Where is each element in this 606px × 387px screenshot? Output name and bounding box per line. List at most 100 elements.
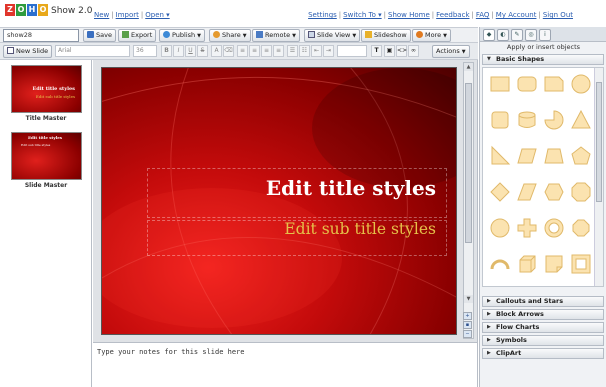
image-button[interactable]: ▣	[384, 45, 395, 57]
thumbnail-slide-master[interactable]: Edit title styles Edit sub title styles	[11, 132, 82, 180]
save-icon	[87, 31, 94, 38]
logo-letter: O	[38, 4, 48, 16]
editor-scrollbar[interactable]: ▲ ▼	[463, 62, 474, 339]
link-switch-to[interactable]: Switch To ▾	[343, 11, 381, 19]
section-symbols[interactable]: ▶ Symbols	[482, 335, 604, 346]
new-slide-button[interactable]: New Slide	[3, 45, 53, 58]
remote-button[interactable]: Remote ▼	[252, 29, 300, 42]
chevron-down-icon: ▼	[242, 33, 247, 39]
link-import[interactable]: Import	[116, 11, 139, 19]
shape-pentagon-icon[interactable]	[570, 145, 592, 167]
publish-button[interactable]: Publish ▼	[159, 29, 206, 42]
slide-notes-field[interactable]: Type your notes for this slide here	[93, 342, 478, 387]
section-callouts-and-stars[interactable]: ▶ Callouts and Stars	[482, 296, 604, 307]
link-open[interactable]: Open ▾	[145, 11, 169, 19]
presentation-title-input[interactable]: show28	[3, 29, 79, 42]
shape-frame-icon[interactable]	[570, 253, 592, 275]
slide-title-text[interactable]: Edit title styles	[266, 176, 436, 200]
section-basic-shapes[interactable]: ▼ Basic Shapes	[482, 54, 604, 65]
slide-subtitle-text[interactable]: Edit sub title styles	[284, 220, 436, 238]
animation-tab-icon[interactable]: ✎	[511, 29, 523, 41]
shape-arc-icon[interactable]	[489, 253, 511, 275]
shapes-tab-icon[interactable]: ◆	[483, 29, 495, 41]
shape-gallery	[482, 67, 604, 287]
shape-pie-icon[interactable]	[543, 109, 565, 131]
section-clipart[interactable]: ▶ ClipArt	[482, 348, 604, 359]
more-button[interactable]: More ▼	[412, 29, 451, 42]
slide-canvas[interactable]: Edit title styles Edit sub title styles	[101, 67, 457, 335]
scroll-down-icon[interactable]: ▼	[464, 295, 473, 303]
shape-hexagon-icon[interactable]	[543, 181, 565, 203]
zoom-in-icon[interactable]: +	[463, 312, 472, 320]
link-faq[interactable]: FAQ	[476, 11, 490, 19]
shape-ellipse-icon[interactable]	[570, 73, 592, 95]
zoom-fit-icon[interactable]: ▪	[463, 321, 472, 329]
underline-button[interactable]: U	[185, 45, 196, 57]
link-separator: |	[111, 11, 114, 19]
slide-view-button[interactable]: Slide View ▼	[304, 29, 361, 42]
slideshow-button[interactable]: Slideshow	[361, 29, 411, 42]
properties-tab-icon[interactable]: ◎	[525, 29, 537, 41]
export-icon	[122, 31, 129, 38]
shape-folded-corner-icon[interactable]	[543, 253, 565, 275]
scrollbar-thumb[interactable]	[465, 83, 472, 243]
shape-parallelogram-icon[interactable]	[516, 145, 538, 167]
actions-button[interactable]: Actions ▼	[432, 45, 470, 58]
shape-octagon-icon[interactable]	[570, 181, 592, 203]
section-flow-charts[interactable]: ▶ Flow Charts	[482, 322, 604, 333]
info-tab-icon[interactable]: i	[539, 29, 551, 41]
thumbnail-title-master[interactable]: Edit title styles Edit sub title styles	[11, 65, 82, 113]
font-family-select[interactable]: Arial	[55, 45, 130, 57]
clear-format-button[interactable]: ⌫	[223, 45, 234, 57]
shape-parallelogram-slanted-icon[interactable]	[516, 181, 538, 203]
link-show-home[interactable]: Show Home	[388, 11, 430, 19]
link-settings[interactable]: Settings	[308, 11, 337, 19]
font-size-select[interactable]: 36	[133, 45, 157, 57]
zoom-out-icon[interactable]: −	[463, 330, 472, 338]
scroll-up-icon[interactable]: ▲	[464, 63, 473, 71]
shape-rounded-square-icon[interactable]	[489, 109, 511, 131]
scrollbar-thumb[interactable]	[596, 82, 602, 202]
justify-button[interactable]: ≡	[273, 45, 284, 57]
save-button[interactable]: Save	[83, 29, 116, 42]
italic-button[interactable]: I	[173, 45, 184, 57]
bullet-list-button[interactable]: ☰	[287, 45, 298, 57]
shape-right-triangle-icon[interactable]	[489, 145, 511, 167]
align-right-button[interactable]: ≡	[261, 45, 272, 57]
gallery-scrollbar[interactable]	[594, 68, 603, 286]
shape-cube-icon[interactable]	[516, 253, 538, 275]
numbered-list-button[interactable]: ☷	[299, 45, 310, 57]
shape-donut-icon[interactable]	[543, 217, 565, 239]
export-button[interactable]: Export	[118, 29, 157, 42]
code-button[interactable]: <>	[396, 45, 407, 57]
shape-can-icon[interactable]	[516, 109, 538, 131]
align-center-button[interactable]: ≡	[249, 45, 260, 57]
shape-rectangle-icon[interactable]	[489, 73, 511, 95]
shape-plus-icon[interactable]	[516, 217, 538, 239]
indent-button[interactable]: ⇥	[323, 45, 334, 57]
spacing-select[interactable]	[337, 45, 367, 57]
link-feedback[interactable]: Feedback	[436, 11, 469, 19]
bold-button[interactable]: B	[161, 45, 172, 57]
link-new[interactable]: New	[94, 11, 109, 19]
section-block-arrows[interactable]: ▶ Block Arrows	[482, 309, 604, 320]
link-my-account[interactable]: My Account	[496, 11, 537, 19]
shape-rounded-rectangle-icon[interactable]	[516, 73, 538, 95]
expand-icon: ▶	[487, 298, 491, 304]
align-left-button[interactable]: ≡	[237, 45, 248, 57]
shape-octagon-small-icon[interactable]	[570, 217, 592, 239]
font-color-button[interactable]: A	[211, 45, 222, 57]
link-button[interactable]: ∞	[408, 45, 419, 57]
link-sign-out[interactable]: Sign Out	[543, 11, 573, 19]
theme-tab-icon[interactable]: ◐	[497, 29, 509, 41]
outdent-button[interactable]: ⇤	[311, 45, 322, 57]
share-button[interactable]: Share ▼	[209, 29, 251, 42]
expand-icon: ▶	[487, 324, 491, 330]
shape-trapezoid-icon[interactable]	[543, 145, 565, 167]
shape-diamond-icon[interactable]	[489, 181, 511, 203]
shape-triangle-icon[interactable]	[570, 109, 592, 131]
strikethrough-button[interactable]: S	[197, 45, 208, 57]
shape-circle-icon[interactable]	[489, 217, 511, 239]
text-box-button[interactable]: T	[371, 45, 382, 57]
shape-snip-rectangle-icon[interactable]	[543, 73, 565, 95]
